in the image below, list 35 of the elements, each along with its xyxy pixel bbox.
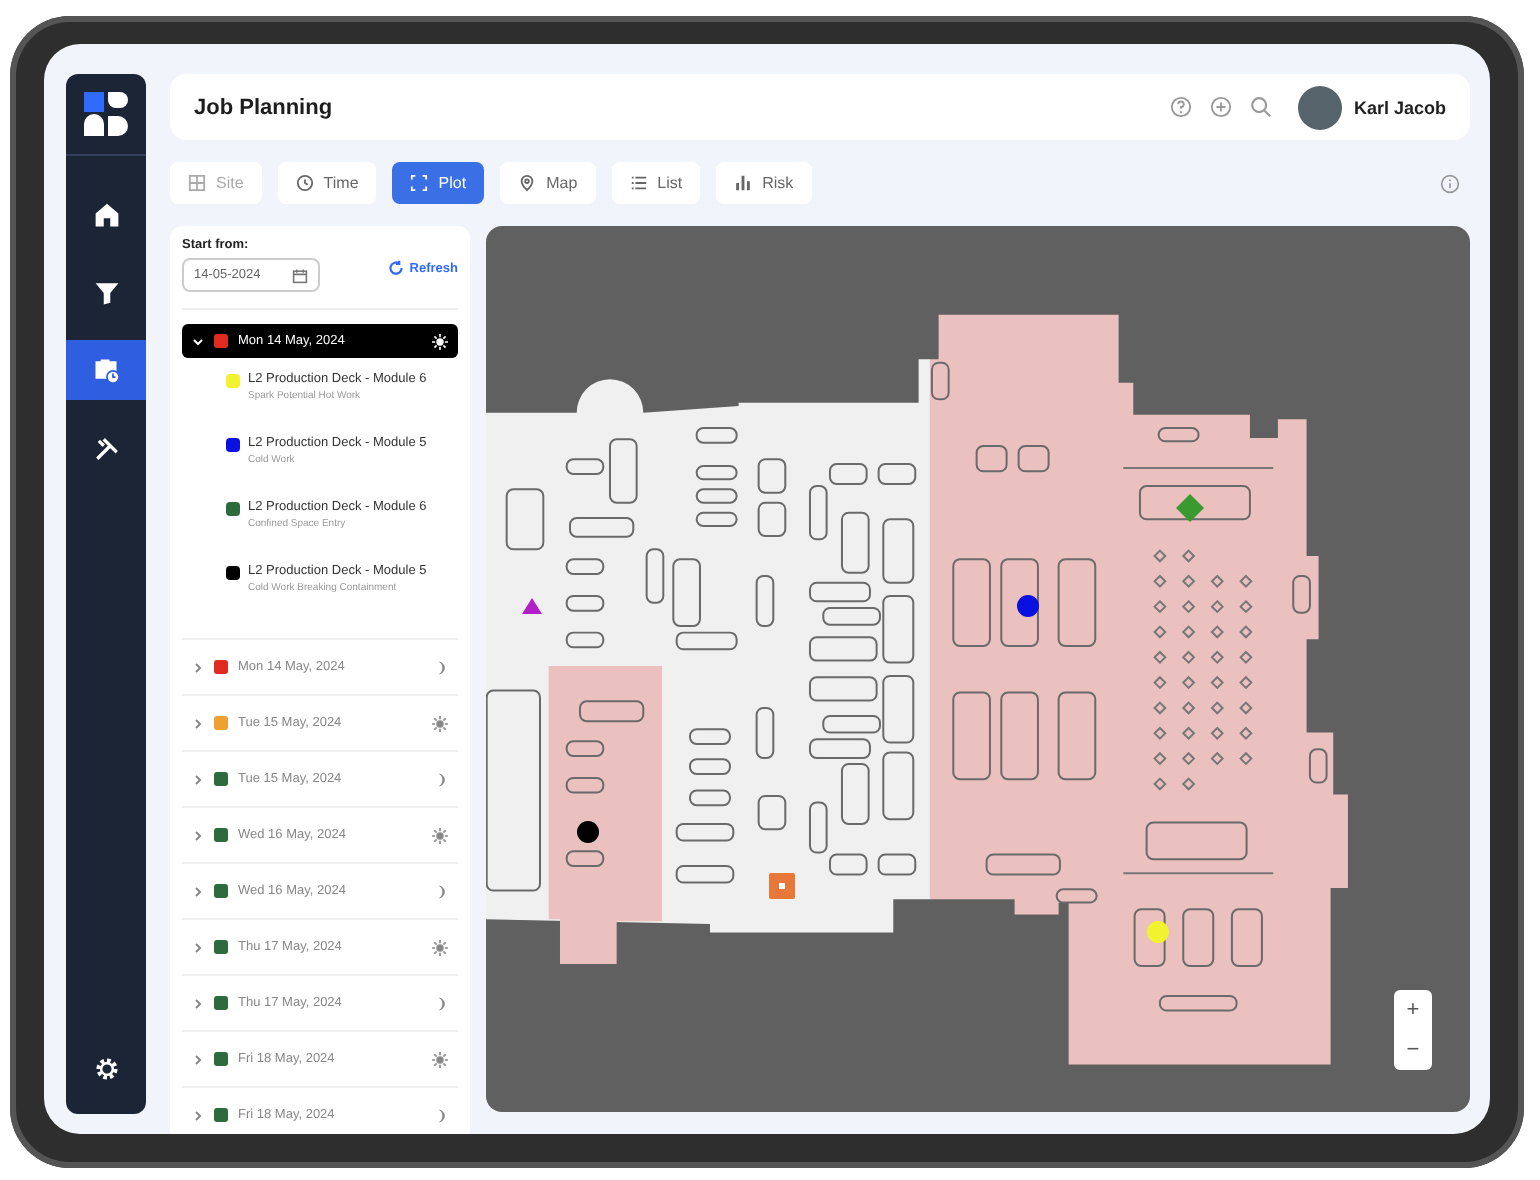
pin-icon bbox=[518, 174, 537, 192]
calendar-icon[interactable] bbox=[292, 267, 308, 283]
refresh-icon bbox=[387, 260, 404, 276]
sun-icon bbox=[432, 1051, 448, 1067]
job-marker-icon[interactable] bbox=[577, 821, 599, 843]
job-marker-icon[interactable] bbox=[769, 873, 795, 899]
view-tab[interactable]: Plot bbox=[392, 162, 485, 204]
job-marker-icon[interactable] bbox=[1176, 494, 1204, 522]
view-tab[interactable]: Risk bbox=[716, 162, 812, 204]
list-icon bbox=[629, 174, 648, 192]
sun-icon bbox=[432, 715, 448, 731]
sun-icon bbox=[432, 827, 448, 843]
job-marker-icon[interactable] bbox=[1017, 595, 1039, 617]
view-tab[interactable]: List bbox=[611, 162, 701, 204]
job-marker-icon[interactable] bbox=[522, 598, 542, 614]
view-tab[interactable]: Map bbox=[500, 162, 596, 204]
expand-icon bbox=[410, 174, 429, 192]
sun-icon bbox=[432, 939, 448, 955]
zoom-in-button[interactable]: + bbox=[1394, 990, 1432, 1030]
view-tab[interactable]: Time bbox=[277, 162, 377, 204]
clock-icon bbox=[295, 174, 314, 192]
job-marker-icon[interactable] bbox=[1147, 921, 1169, 943]
add-icon[interactable] bbox=[1209, 96, 1232, 118]
logo-icon bbox=[82, 90, 130, 138]
briefcase-clock-icon[interactable] bbox=[66, 340, 146, 400]
bar-chart-icon bbox=[734, 174, 753, 192]
avatar[interactable] bbox=[1297, 85, 1342, 129]
grid-icon bbox=[188, 174, 206, 192]
sun-icon bbox=[432, 333, 448, 349]
search-icon[interactable] bbox=[1249, 96, 1272, 118]
zoom-out-button[interactable]: − bbox=[1394, 1030, 1432, 1070]
info-icon[interactable] bbox=[1440, 173, 1460, 193]
user-name: Karl Jacob bbox=[1353, 97, 1446, 117]
page-title: Job Planning bbox=[194, 95, 333, 119]
help-icon[interactable] bbox=[1169, 96, 1192, 118]
